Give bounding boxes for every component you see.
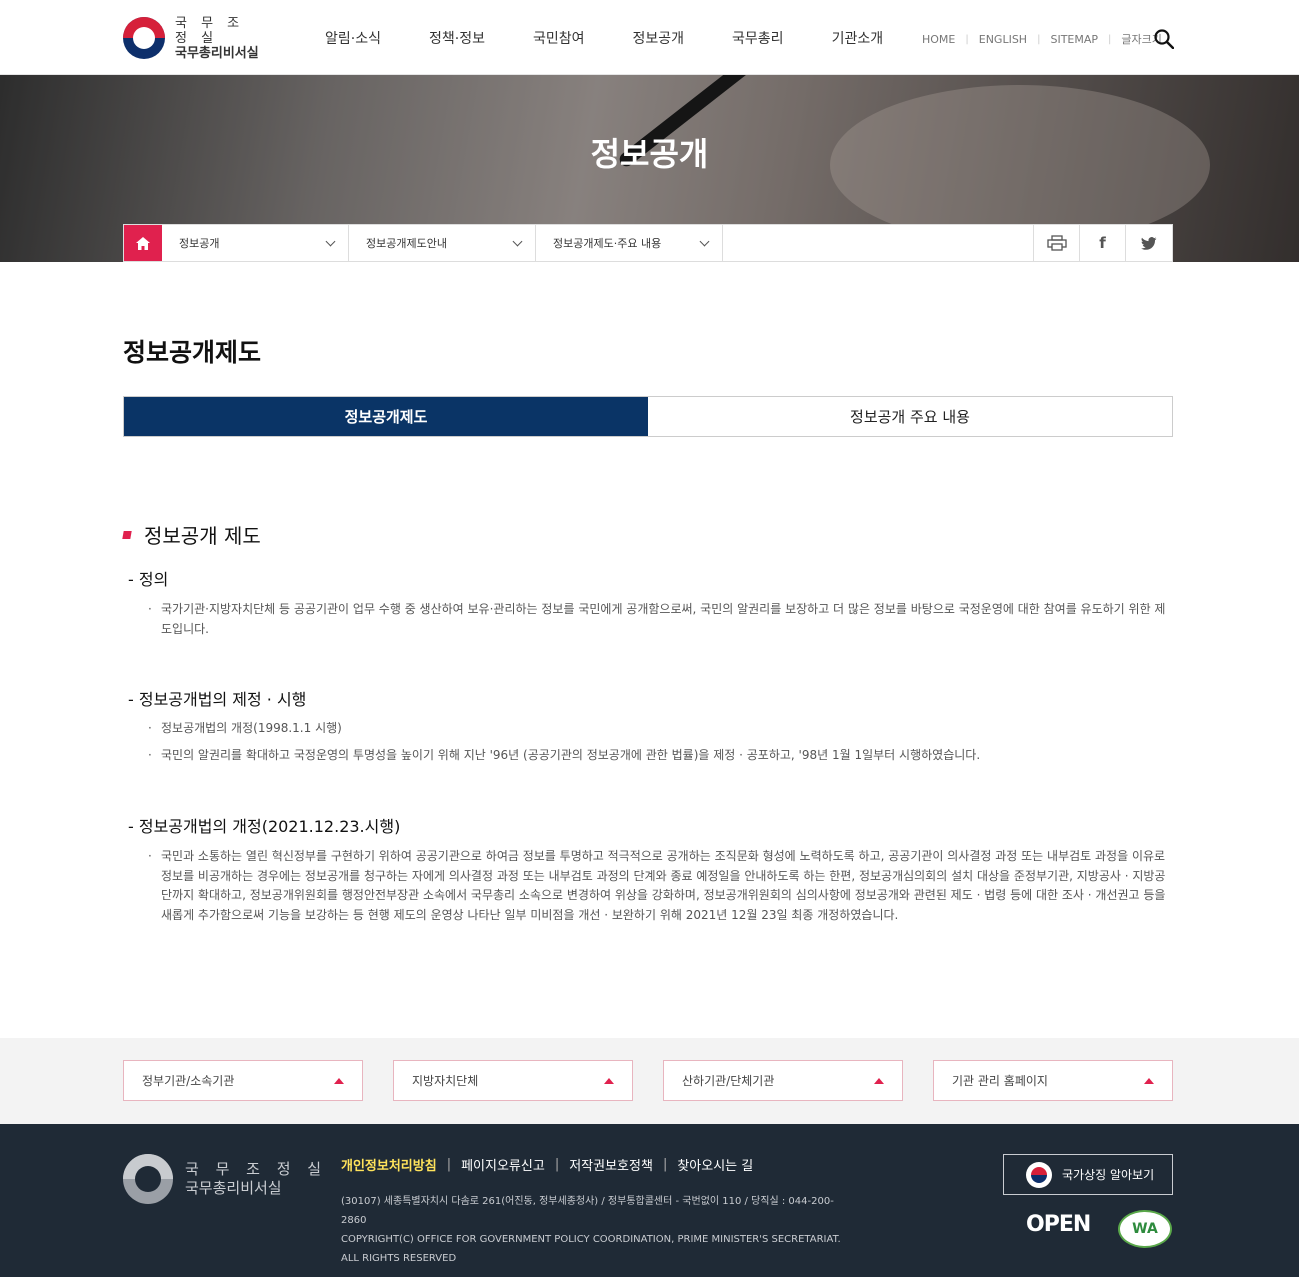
logo-line-1: 국 무 조 정 실 bbox=[175, 15, 245, 46]
print-icon bbox=[1046, 235, 1067, 251]
utility-links: HOME | ENGLISH | SITEMAP | 글자크기 bbox=[922, 31, 1162, 47]
subsection-title: - 정의 bbox=[128, 570, 169, 589]
web-accessibility-mark: WA bbox=[1118, 1210, 1172, 1248]
related-site-label: 기관 관리 홈페이지 bbox=[952, 1074, 1048, 1088]
divider: | bbox=[1037, 33, 1041, 45]
divider: | bbox=[1108, 33, 1112, 45]
subsection-title: - 정보공개법의 개정(2021.12.23.시행) bbox=[128, 817, 401, 836]
breadcrumb-select-2[interactable]: 정보공개제도안내 bbox=[349, 225, 536, 261]
site-footer: 국 무 조 정 실 국무총리비서실 개인정보처리방침 | 페이지오류신고 | 저… bbox=[0, 1124, 1299, 1277]
directions-link[interactable]: 찾아오시는 길 bbox=[677, 1155, 753, 1174]
related-site-label: 산하기관/단체기관 bbox=[682, 1074, 775, 1088]
footer-logo: 국 무 조 정 실 국무총리비서실 bbox=[123, 1154, 327, 1204]
error-report-link[interactable]: 페이지오류신고 bbox=[461, 1155, 545, 1174]
nav-item-about[interactable]: 기관소개 bbox=[832, 28, 884, 48]
footer-menu: 개인정보처리방침 | 페이지오류신고 | 저작권보호정책 | 찾아오시는 길 bbox=[341, 1155, 753, 1174]
triangle-up-icon bbox=[1144, 1077, 1154, 1084]
sitemap-link[interactable]: SITEMAP bbox=[1050, 33, 1098, 46]
nav-item-news[interactable]: 알림·소식 bbox=[325, 28, 381, 48]
triangle-up-icon bbox=[334, 1077, 344, 1084]
national-symbol-label: 국가상징 알아보기 bbox=[1062, 1168, 1155, 1182]
related-site-label: 정부기관/소속기관 bbox=[142, 1074, 235, 1088]
home-button[interactable] bbox=[124, 225, 162, 261]
divider: | bbox=[662, 1157, 668, 1172]
nav-item-policy[interactable]: 정책·정보 bbox=[429, 28, 485, 48]
section-title-text: 정보공개 제도 bbox=[144, 524, 261, 548]
tab-disclosure-system[interactable]: 정보공개제도 bbox=[124, 397, 648, 436]
chevron-down-icon bbox=[512, 236, 523, 246]
list-item: 정보공개법의 개정(1998.1.1 시행) bbox=[148, 719, 1170, 739]
logo-line-2: 국무총리비서실 bbox=[175, 45, 259, 61]
breadcrumb-select-1[interactable]: 정보공개 bbox=[162, 225, 349, 261]
divider: | bbox=[965, 33, 969, 45]
site-header: 국 무 조 정 실 국무총리비서실 알림·소식 정책·정보 국민참여 정보공개 … bbox=[0, 0, 1299, 75]
divider: | bbox=[554, 1157, 560, 1172]
triangle-up-icon bbox=[874, 1077, 884, 1084]
breadcrumb-label: 정보공개제도·주요 내용 bbox=[553, 237, 662, 250]
home-icon bbox=[136, 236, 150, 250]
twitter-share-button[interactable] bbox=[1126, 225, 1172, 261]
taegukgi-icon bbox=[1026, 1161, 1052, 1188]
footer-logo-line-1: 국 무 조 정 실 bbox=[185, 1160, 328, 1178]
breadcrumb: 정보공개 정보공개제도안내 정보공개제도·주요 내용 f bbox=[123, 224, 1173, 262]
facebook-share-button[interactable]: f bbox=[1080, 225, 1126, 261]
footer-logo-line-2: 국무총리비서실 bbox=[185, 1179, 282, 1197]
section-title: 정보공개 제도 bbox=[122, 520, 261, 549]
facebook-icon: f bbox=[1099, 234, 1106, 252]
banner-title: 정보공개 bbox=[590, 135, 709, 173]
national-symbol-button[interactable]: 국가상징 알아보기 bbox=[1003, 1154, 1173, 1195]
triangle-up-icon bbox=[604, 1077, 614, 1084]
print-button[interactable] bbox=[1034, 225, 1080, 261]
list-item: 국민과 소통하는 열린 혁신정부를 구현하기 위하여 공공기관으로 하여금 정보… bbox=[148, 847, 1170, 925]
government-emblem-icon bbox=[123, 17, 165, 59]
wa-logo-text: WA bbox=[1132, 1221, 1158, 1237]
breadcrumb-select-3[interactable]: 정보공개제도·주요 내용 bbox=[536, 225, 723, 261]
main-nav: 알림·소식 정책·정보 국민참여 정보공개 국무총리 기관소개 bbox=[325, 28, 931, 48]
related-site-label: 지방자치단체 bbox=[412, 1074, 479, 1088]
open-logo-text: OPEN bbox=[1026, 1212, 1091, 1237]
related-site-select-government[interactable]: 정부기관/소속기관 bbox=[123, 1060, 363, 1101]
related-site-select-affiliated[interactable]: 산하기관/단체기관 bbox=[663, 1060, 903, 1101]
list-item: 국가기관·지방자치단체 등 공공기관이 업무 수행 중 생산하여 보유·관리하는… bbox=[148, 600, 1170, 639]
footer-address: (30107) 세종특별자치시 다솜로 261(어진동, 정부세종청사) / 정… bbox=[341, 1196, 834, 1226]
divider: | bbox=[446, 1157, 452, 1172]
chevron-down-icon bbox=[699, 236, 710, 246]
search-icon[interactable] bbox=[1154, 29, 1174, 49]
copyright-policy-link[interactable]: 저작권보호정책 bbox=[569, 1155, 653, 1174]
footer-address-block: (30107) 세종특별자치시 다솜로 261(어진동, 정부세종청사) / 정… bbox=[341, 1192, 851, 1268]
home-link[interactable]: HOME bbox=[922, 33, 955, 46]
nav-item-prime-minister[interactable]: 국무총리 bbox=[732, 28, 784, 48]
bullet-mark-icon bbox=[122, 530, 132, 539]
privacy-policy-link[interactable]: 개인정보처리방침 bbox=[341, 1155, 437, 1174]
breadcrumb-label: 정보공개 bbox=[179, 237, 220, 250]
page-title: 정보공개제도 bbox=[123, 338, 262, 367]
tab-disclosure-main-content[interactable]: 정보공개 주요 내용 bbox=[648, 397, 1172, 436]
related-site-select-managed[interactable]: 기관 관리 홈페이지 bbox=[933, 1060, 1173, 1101]
twitter-icon bbox=[1141, 236, 1157, 250]
subsection-title: - 정보공개법의 제정 · 시행 bbox=[128, 690, 307, 709]
government-emblem-icon bbox=[123, 1154, 173, 1204]
breadcrumb-label: 정보공개제도안내 bbox=[366, 237, 447, 250]
footer-copyright: COPYRIGHT(C) OFFICE FOR GOVERNMENT POLIC… bbox=[341, 1234, 841, 1264]
site-logo[interactable]: 국 무 조 정 실 국무총리비서실 bbox=[123, 15, 268, 61]
english-link[interactable]: ENGLISH bbox=[979, 33, 1027, 46]
chevron-down-icon bbox=[325, 236, 336, 246]
nav-item-participation[interactable]: 국민참여 bbox=[533, 28, 585, 48]
content-tabs: 정보공개제도 정보공개 주요 내용 bbox=[123, 396, 1173, 437]
nav-item-disclosure[interactable]: 정보공개 bbox=[633, 28, 685, 48]
related-site-select-local[interactable]: 지방자치단체 bbox=[393, 1060, 633, 1101]
list-item: 국민의 알권리를 확대하고 국정운영의 투명성을 높이기 위해 지난 '96년 … bbox=[148, 746, 1170, 766]
related-sites-bar: 정부기관/소속기관 지방자치단체 산하기관/단체기관 기관 관리 홈페이지 bbox=[0, 1038, 1299, 1124]
open-license-logo: OPEN bbox=[1026, 1212, 1091, 1237]
